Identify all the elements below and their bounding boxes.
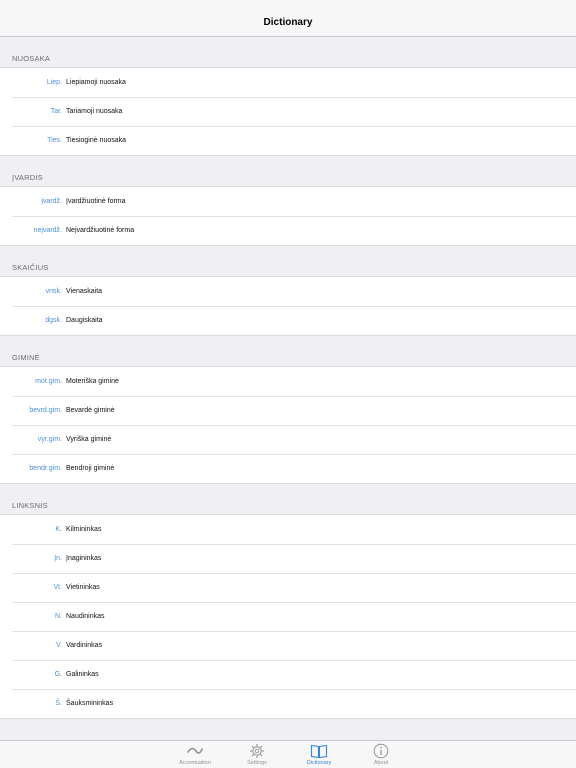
definition: Vardininkas [66,642,103,649]
definition: Moteriška giminė [66,378,119,385]
section-header-label: GIMINĖ [12,353,40,362]
section-header: NUOSAKA [0,37,576,67]
abbreviation: vnsk. [45,288,62,295]
tab-label: Dictionary [306,760,332,766]
definition: Vietininkas [66,584,100,591]
tab-label: Accentuation [179,760,211,766]
abbreviation: Š. [55,700,62,707]
section-body: vnsk. Vienaskaita dgsk. Daugiskaita [0,276,576,336]
list-item[interactable]: Įn. Įnagininkas [0,544,576,573]
abbreviation: Įn. [54,555,62,562]
dictionary-list[interactable]: NUOSAKA Liep. Liepiamoji nuosaka Tar. Tariam… [0,37,576,740]
list-item[interactable]: G. Galininkas [0,660,576,689]
tab-bar: Accentuation Settings Dictionary About [0,740,576,768]
info-icon [373,743,389,759]
section-header-label: LINKSNIS [12,501,48,510]
tab-accentuation[interactable]: Accentuation [165,741,225,768]
section-header: GIMINĖ [0,336,576,366]
book-icon [310,744,328,759]
section-header-label: NUOSAKA [12,54,51,63]
list-item[interactable]: K. Kilmininkas [0,515,576,544]
abbreviation: K. [55,526,62,533]
list-item[interactable]: įvardž. Įvardžiuotinė forma [0,187,576,216]
tilde-icon [187,747,203,754]
tab-label: About [373,760,389,766]
list-item[interactable]: vnsk. Vienaskaita [0,277,576,306]
section-header-label: ĮVARDIS [12,173,43,182]
list-item[interactable]: Š. Šauksmininkas [0,689,576,718]
list-item[interactable]: N. Naudininkas [0,602,576,631]
list-item[interactable]: V. Vardininkas [0,631,576,660]
definition: Galininkas [66,671,99,678]
tab-label: Settings [247,760,267,766]
tab-about[interactable]: About [351,741,411,768]
definition: Įvardžiuotinė forma [66,198,126,205]
abbreviation: bevrd.gim. [29,407,62,414]
abbreviation: vyr.gim. [37,436,62,443]
list-item[interactable]: mot.gim. Moteriška giminė [0,367,576,396]
section-header [0,719,576,740]
section-header: LINKSNIS [0,484,576,514]
list-item[interactable]: Tar. Tariamoji nuosaka [0,97,576,126]
list-item[interactable]: bevrd.gim. Bevardė giminė [0,396,576,425]
section-body: mot.gim. Moteriška giminė bevrd.gim. Bevard… [0,366,576,484]
definition: Liepiamoji nuosaka [66,79,126,86]
abbreviation: V. [56,642,62,649]
abbreviation: bendr.gim. [29,465,62,472]
section-body: Liep. Liepiamoji nuosaka Tar. Tariamoji nuo… [0,67,576,156]
gear-icon [250,744,264,758]
section-body: įvardž. Įvardžiuotinė forma neįvardž. Neįva… [0,186,576,246]
abbreviation: Ties. [47,137,62,144]
definition: Kilmininkas [66,526,102,533]
definition: Tariamoji nuosaka [66,108,123,115]
definition: Bendroji giminė [66,465,115,472]
abbreviation: mot.gim. [35,378,62,385]
abbreviation: dgsk. [45,317,62,324]
abbreviation: N. [55,613,62,620]
list-item[interactable]: Ties. Tiesioginė nuosaka [0,126,576,155]
abbreviation: Tar. [50,108,62,115]
abbreviation: G. [54,671,62,678]
abbreviation: Liep. [46,79,62,86]
section-header-label: SKAIČIUS [12,263,49,272]
section-header: SKAIČIUS [0,246,576,276]
page-title: Dictionary [263,17,313,28]
definition: Šauksmininkas [66,700,114,707]
navigation-bar: Dictionary [0,0,576,37]
definition: Vienaskaita [66,288,103,295]
definition: Įnagininkas [66,555,102,562]
section-header: ĮVARDIS [0,156,576,186]
abbreviation: Vt. [53,584,62,591]
list-item[interactable]: bendr.gim. Bendroji giminė [0,454,576,483]
tab-dictionary[interactable]: Dictionary [289,741,349,768]
section-body: K. Kilmininkas Įn. Įnagininkas Vt. Vietininka… [0,514,576,719]
definition: Bevardė giminė [66,407,115,414]
list-item[interactable]: vyr.gim. Vyriška giminė [0,425,576,454]
tab-settings[interactable]: Settings [227,741,287,768]
list-item[interactable]: Liep. Liepiamoji nuosaka [0,68,576,97]
definition: Tiesioginė nuosaka [66,137,127,144]
list-item[interactable]: dgsk. Daugiskaita [0,306,576,335]
definition: Naudininkas [66,613,105,620]
abbreviation: neįvardž. [33,227,62,234]
list-item[interactable]: Vt. Vietininkas [0,573,576,602]
abbreviation: įvardž. [41,198,62,205]
definition: Vyriška giminė [66,436,112,443]
list-item[interactable]: neįvardž. Neįvardžiuotinė forma [0,216,576,245]
definition: Neįvardžiuotinė forma [66,227,135,234]
definition: Daugiskaita [66,317,103,324]
